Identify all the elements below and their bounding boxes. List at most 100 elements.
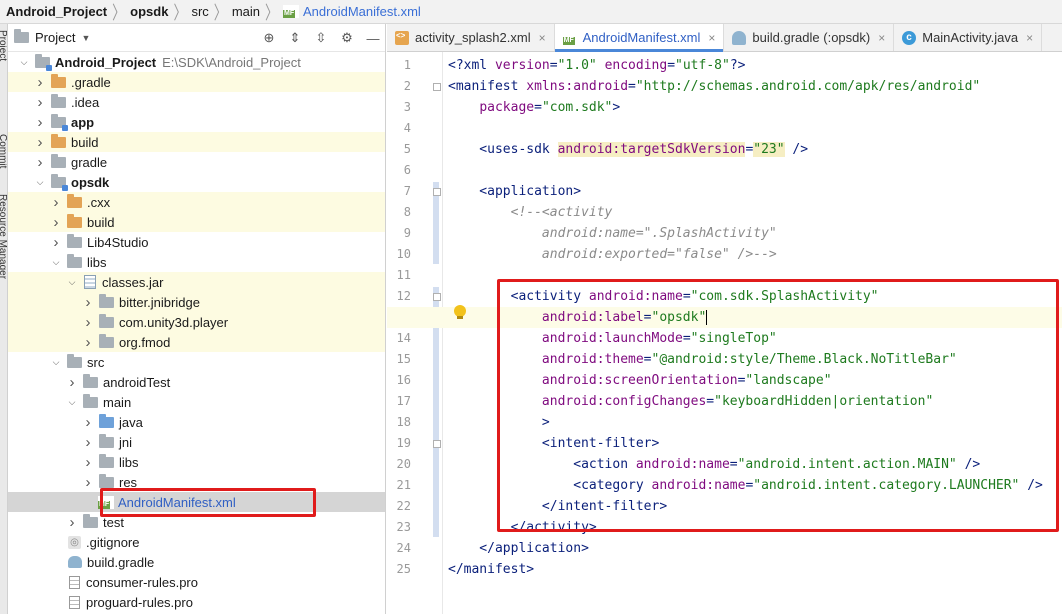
tree-item[interactable]: › build [8,132,385,152]
expand-all-icon[interactable]: ⇕ [287,30,303,46]
line-number: 7 [403,184,411,198]
tree-item-label: opsdk [71,174,110,190]
editor-tab[interactable]: build.gradle (:opsdk) × [724,24,895,51]
tree-item[interactable]: ⌵ src [8,352,385,372]
tree-item[interactable]: ◎ .gitignore [8,532,385,552]
tree-item[interactable]: MF AndroidManifest.xml [8,492,385,512]
editor-tab[interactable]: AndroidManifest.xml × [554,24,725,52]
editor: activity_splash2.xml×AndroidManifest.xml… [387,24,1062,614]
chevron-down-icon[interactable]: ⌵ [50,257,62,268]
chevron-down-icon[interactable]: ⌵ [66,277,78,288]
chevron-right-icon[interactable]: › [34,134,46,151]
breadcrumb-item[interactable]: opsdk [126,0,172,24]
locate-icon[interactable]: ⊕ [261,30,277,46]
chevron-right-icon[interactable]: › [82,414,94,431]
tree-item[interactable]: › androidTest [8,372,385,392]
lightbulb-icon[interactable] [454,305,466,319]
tree-item[interactable]: › Lib4Studio [8,232,385,252]
code-token: = [729,457,738,472]
tree-item[interactable]: › java [8,412,385,432]
chevron-right-icon[interactable]: › [82,334,94,351]
project-view-selector[interactable]: Project [35,30,75,45]
code-token: < [448,478,582,493]
close-icon[interactable]: × [708,31,715,45]
side-tab-commit[interactable]: Commit [0,134,7,168]
code-token: > [659,499,668,514]
tree-item[interactable]: build.gradle [8,552,385,572]
tree-item[interactable]: › gradle [8,152,385,172]
text-file-icon [69,595,80,609]
code-token: android:name [635,457,730,472]
folder-icon [51,153,66,168]
editor-tab[interactable]: activity_splash2.xml × [387,24,555,51]
chevron-right-icon[interactable]: › [66,514,78,531]
chevron-down-icon[interactable]: ▼ [81,33,90,43]
chevron-down-icon[interactable]: ⌵ [66,397,78,408]
chevron-down-icon[interactable]: ⌵ [34,177,46,188]
tree-item[interactable]: ⌵ classes.jar [8,272,385,292]
code-area[interactable]: <?xml version="1.0" encoding="utf-8"?> <m… [387,52,1062,614]
collapse-all-icon[interactable]: ⇳ [313,30,329,46]
close-icon[interactable]: × [878,31,885,45]
fold-icon[interactable] [433,188,441,196]
code-token: "android.intent.category.LAUNCHER" [753,478,1020,493]
chevron-down-icon[interactable]: ⌵ [18,57,30,68]
side-tab-project[interactable]: Project [0,30,7,61]
fold-icon[interactable] [433,293,441,301]
chevron-right-icon[interactable]: › [34,114,46,131]
close-icon[interactable]: × [1026,31,1033,45]
tree-item[interactable]: › app [8,112,385,132]
tree-item[interactable]: consumer-rules.pro [8,572,385,592]
chevron-right-icon[interactable]: › [50,214,62,231]
tree-item-label: app [71,114,95,130]
tree-item[interactable]: › res [8,472,385,492]
close-icon[interactable]: × [539,31,546,45]
chevron-right-icon[interactable]: › [82,314,94,331]
side-tab-resource-manager[interactable]: Resource Manager [0,194,7,279]
chevron-right-icon[interactable]: › [82,474,94,491]
tree-item[interactable]: ⌵ libs [8,252,385,272]
chevron-right-icon[interactable]: › [82,454,94,471]
chevron-right-icon[interactable]: › [34,74,46,91]
breadcrumb-item[interactable]: Android_Project [2,0,111,24]
chevron-right-icon[interactable]: › [50,194,62,211]
minimize-icon[interactable]: — [365,31,381,46]
breadcrumb-item[interactable]: MF AndroidManifest.xml [279,0,425,24]
line-number: 5 [403,142,411,156]
chevron-right-icon[interactable]: › [34,94,46,111]
chevron-right-icon[interactable]: › [34,154,46,171]
tree-item[interactable]: › .idea [8,92,385,112]
tree-item[interactable]: › libs [8,452,385,472]
tree-item[interactable]: › jni [8,432,385,452]
tree-item[interactable]: › .gradle [8,72,385,92]
breadcrumb-item[interactable]: src [187,0,212,24]
tree-item[interactable]: › com.unity3d.player [8,312,385,332]
chevron-right-icon: 〉 [112,2,126,24]
tree-item[interactable]: › org.fmod [8,332,385,352]
tree-item[interactable]: ⌵ Android_Project E:\SDK\Android_Project [8,52,385,72]
code-token: android:label [541,310,644,325]
breadcrumb-label: main [231,4,260,19]
tree-item[interactable]: proguard-rules.pro [8,592,385,612]
code-token: > [612,100,621,115]
chevron-right-icon[interactable]: › [66,374,78,391]
tree-item[interactable]: › test [8,512,385,532]
gear-icon[interactable]: ⚙ [339,30,355,46]
tree-item[interactable]: ⌵ opsdk [8,172,385,192]
tree-item[interactable]: › build [8,212,385,232]
fold-icon[interactable] [433,83,441,91]
tree-item[interactable]: › bitter.jnibridge [8,292,385,312]
editor-tab[interactable]: MainActivity.java × [894,24,1043,51]
chevron-down-icon[interactable]: ⌵ [50,357,62,368]
chevron-right-icon[interactable]: › [50,234,62,251]
module-mark [46,64,52,71]
code-token: < [448,184,488,199]
breadcrumb-item[interactable]: main [228,0,264,24]
fold-icon[interactable] [433,440,441,448]
tree-item[interactable]: › .cxx [8,192,385,212]
tree-item[interactable]: ⌵ main [8,392,385,412]
chevron-right-icon[interactable]: › [82,434,94,451]
chevron-right-icon[interactable]: › [82,294,94,311]
